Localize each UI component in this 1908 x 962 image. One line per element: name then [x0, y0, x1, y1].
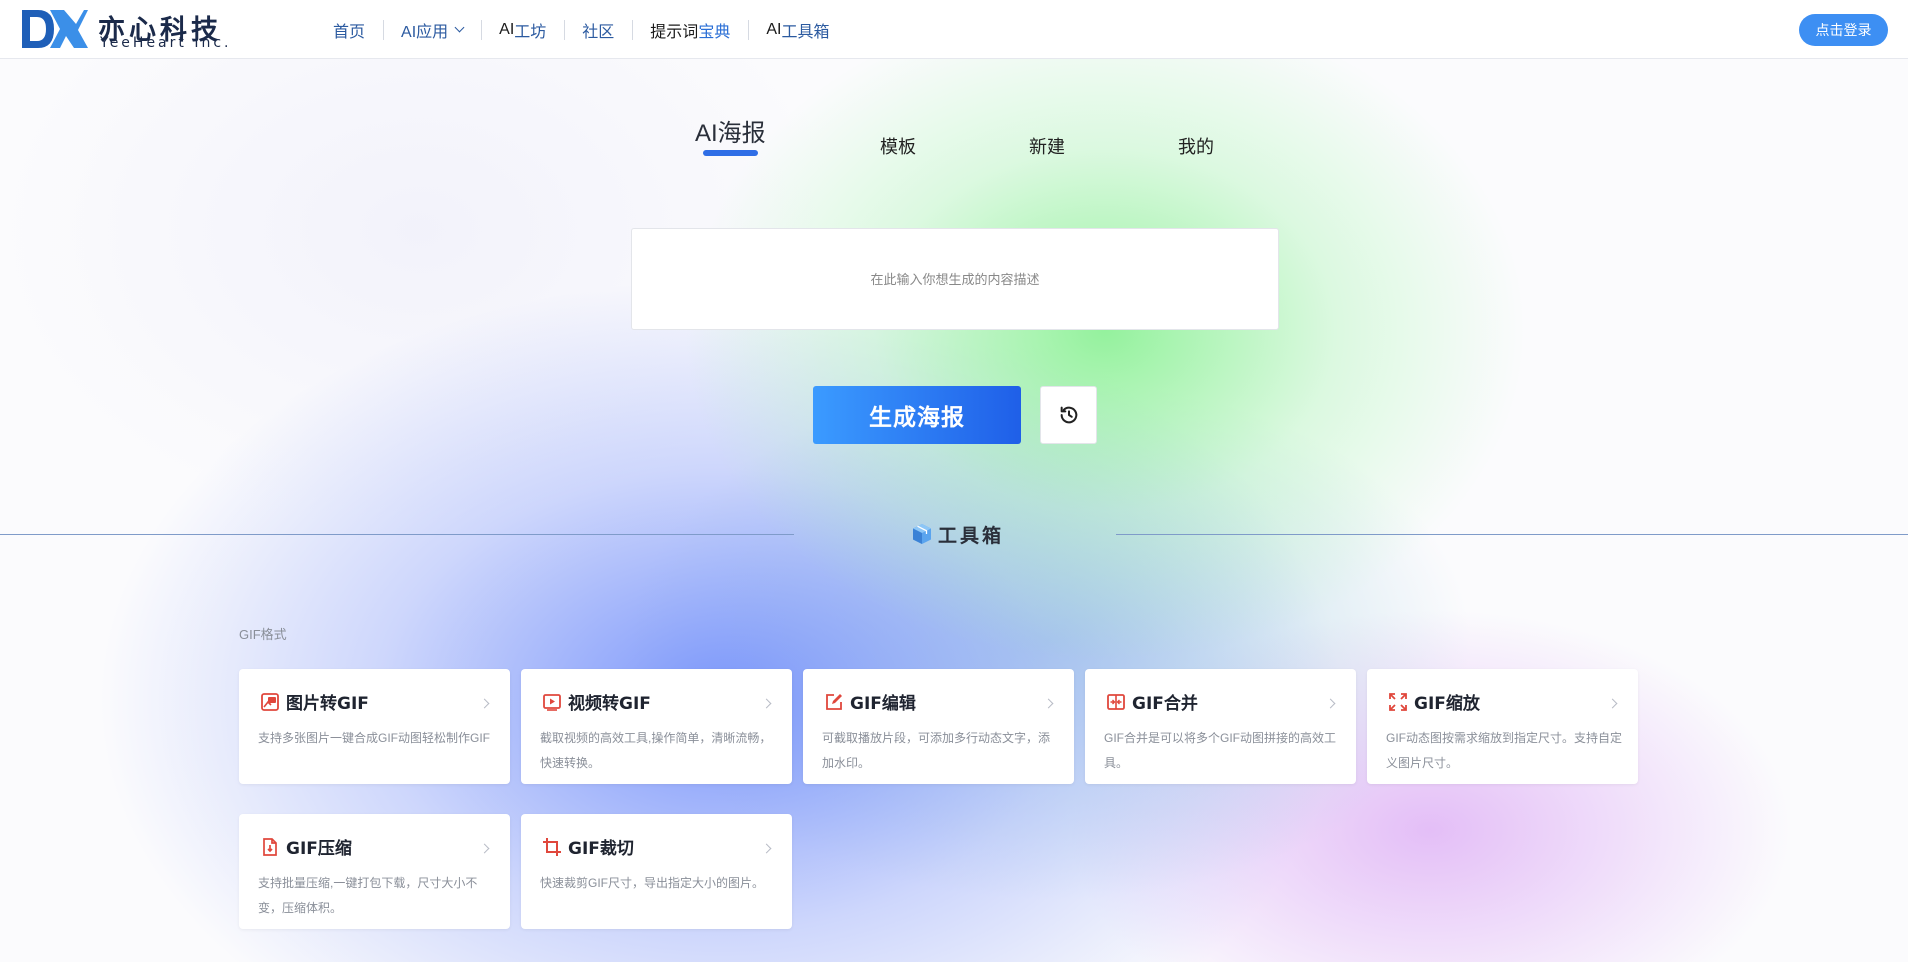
chevron-down-icon — [454, 22, 465, 33]
history-icon — [1060, 406, 1077, 424]
top-header: 亦心科技 YeeHeart Inc. 首页 AI应用 AI 工坊 社区 提示词 宝典… — [0, 0, 1908, 59]
nav-item-ai-toolbox[interactable]: AI 工具箱 — [748, 19, 847, 41]
nav-item-community[interactable]: 社区 — [564, 19, 632, 41]
tool-card-title: GIF裁切 — [568, 839, 634, 859]
tool-card-desc: 支持多张图片一键合成GIF动图轻松制作GIF — [258, 731, 490, 745]
tool-card-desc: GIF合并是可以将多个GIF动图拼接的高效工具。 — [1104, 731, 1336, 770]
divider-right — [1116, 534, 1908, 535]
tool-card-title: 图片转GIF — [286, 694, 369, 714]
generate-poster-button[interactable]: 生成海报 — [813, 386, 1021, 444]
history-button[interactable] — [1040, 386, 1097, 444]
tool-card-title: 视频转GIF — [568, 694, 651, 714]
nav-item-home[interactable]: 首页 — [315, 20, 383, 41]
box-icon — [913, 524, 931, 544]
logo-mark-icon — [22, 10, 88, 48]
tool-card-desc: GIF动态图按需求缩放到指定尺寸。支持自定义图片尺寸。 — [1386, 731, 1622, 770]
tool-card-gif-resize[interactable]: GIF缩放 GIF动态图按需求缩放到指定尺寸。支持自定义图片尺寸。 — [1367, 669, 1638, 784]
chevron-right-icon — [1607, 698, 1618, 709]
tab-templates[interactable]: 模板 — [880, 133, 916, 159]
section-label-gif: GIF格式 — [239, 627, 287, 642]
resize-icon — [1388, 692, 1408, 712]
prompt-input[interactable] — [632, 229, 1278, 329]
tool-card-desc: 截取视频的高效工具,操作简单，清晰流畅，快速转换。 — [540, 731, 772, 770]
chevron-right-icon — [479, 698, 490, 709]
tool-card-desc: 可截取播放片段，可添加多行动态文字，添加水印。 — [822, 731, 1051, 770]
chevron-right-icon — [1325, 698, 1336, 709]
main-nav: 首页 AI应用 AI 工坊 社区 提示词 宝典 AI 工具箱 — [315, 0, 847, 59]
chevron-right-icon — [761, 843, 772, 854]
prompt-box — [631, 228, 1279, 330]
logo[interactable]: 亦心科技 YeeHeart Inc. — [20, 6, 240, 52]
tool-card-desc: 支持批量压缩,一键打包下载，尺寸大小不变，压缩体积。 — [258, 876, 478, 915]
nav-item-label: 工坊 — [514, 23, 547, 41]
tab-ai-poster[interactable]: AI海报 — [695, 113, 766, 148]
tool-card-desc: 快速裁剪GIF尺寸，导出指定大小的图片。 — [540, 876, 764, 890]
nav-item-label: 社区 — [582, 23, 615, 41]
tool-card-video-to-gif[interactable]: 视频转GIF 截取视频的高效工具,操作简单，清晰流畅，快速转换。 — [521, 669, 792, 784]
tool-card-title: GIF缩放 — [1414, 694, 1480, 714]
chevron-right-icon — [479, 843, 490, 854]
edit-icon — [824, 692, 844, 712]
poster-tabs: AI海报 模板 新建 我的 — [0, 108, 1908, 168]
merge-icon — [1106, 692, 1126, 712]
toolbox-title: 工具箱 — [938, 524, 1005, 547]
video-icon — [542, 692, 562, 712]
tool-card-gif-merge[interactable]: GIF合并 GIF合并是可以将多个GIF动图拼接的高效工具。 — [1085, 669, 1356, 784]
divider-left — [0, 534, 794, 535]
tool-card-title: GIF压缩 — [286, 839, 352, 859]
toolbox-heading: 工具箱 — [910, 522, 1005, 547]
nav-item-ai-apps[interactable]: AI应用 — [383, 19, 481, 41]
nav-item-label: 工具箱 — [781, 23, 830, 41]
image-gif-icon — [260, 692, 280, 712]
compress-icon — [260, 837, 280, 857]
chevron-right-icon — [761, 698, 772, 709]
tool-card-title: GIF合并 — [1132, 694, 1198, 714]
tool-card-title: GIF编辑 — [850, 694, 916, 714]
nav-item-label: 宝典 — [698, 23, 731, 41]
tool-card-gif-crop[interactable]: GIF裁切 快速裁剪GIF尺寸，导出指定大小的图片。 — [521, 814, 792, 929]
logo-text-en: YeeHeart Inc. — [100, 35, 232, 51]
login-button[interactable]: 点击登录 — [1799, 14, 1888, 46]
crop-icon — [542, 837, 562, 857]
nav-item-label: 首页 — [333, 23, 366, 41]
nav-item-label: AI应用 — [401, 23, 449, 41]
nav-item-label-prefix: AI — [766, 20, 782, 38]
tab-new[interactable]: 新建 — [1029, 133, 1065, 159]
nav-item-prompt-dict[interactable]: 提示词 宝典 — [632, 19, 748, 41]
tab-mine[interactable]: 我的 — [1178, 133, 1214, 159]
tool-card-gif-edit[interactable]: GIF编辑 可截取播放片段，可添加多行动态文字，添加水印。 — [803, 669, 1074, 784]
nav-item-ai-workshop[interactable]: AI 工坊 — [481, 19, 564, 41]
tool-card-image-to-gif[interactable]: 图片转GIF 支持多张图片一键合成GIF动图轻松制作GIF — [239, 669, 510, 784]
nav-item-label-prefix: AI — [499, 20, 515, 38]
chevron-right-icon — [1043, 698, 1054, 709]
tool-card-gif-compress[interactable]: GIF压缩 支持批量压缩,一键打包下载，尺寸大小不变，压缩体积。 — [239, 814, 510, 929]
nav-item-label-prefix: 提示词 — [650, 23, 699, 41]
